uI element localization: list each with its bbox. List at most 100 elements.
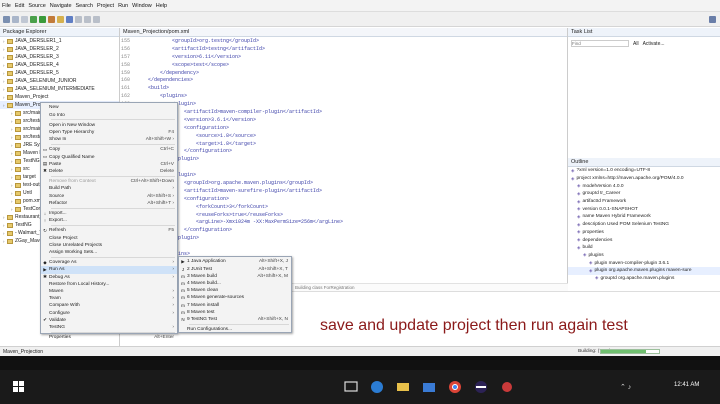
outline-item[interactable]: ◈ plugin org.apache.maven.plugins maven-s… (568, 266, 720, 275)
expand-toggle-icon[interactable]: › (11, 119, 14, 124)
new-icon[interactable] (3, 15, 10, 23)
print-icon[interactable] (21, 15, 28, 23)
back-icon[interactable] (84, 15, 91, 23)
expand-toggle-icon[interactable]: › (3, 231, 6, 236)
perspective-icon[interactable] (709, 15, 716, 23)
package-tree-item[interactable]: › JAVA_DERSLER_2 (0, 45, 119, 53)
menu-item-assign-working-sets[interactable]: Assign Working Sets... (41, 249, 177, 257)
outline-item[interactable]: ◈ plugin maven-compiler-plugin 3.6.1 (568, 259, 720, 267)
expand-toggle-icon[interactable]: › (3, 223, 6, 228)
outline-item[interactable]: ◈ properties (568, 229, 720, 237)
new-package-icon[interactable] (57, 15, 64, 23)
menu-file[interactable]: File (2, 3, 11, 9)
expand-toggle-icon[interactable]: › (11, 135, 14, 140)
start-icon[interactable] (8, 375, 30, 399)
file-explorer-icon[interactable] (392, 375, 414, 399)
code-area[interactable]: 155 <groupId>org.testng</groupId> 156 <ar… (120, 37, 567, 266)
expand-toggle-icon[interactable]: › (3, 71, 6, 76)
expand-toggle-icon[interactable]: › (11, 199, 14, 204)
expand-toggle-icon[interactable]: › (3, 215, 6, 220)
menu-item-run-configurations[interactable]: Run Configurations... (179, 326, 291, 334)
menu-run[interactable]: Run (118, 3, 128, 9)
package-tree-item[interactable]: › JAVA_DERSLER1_1 (0, 37, 119, 45)
menu-navigate[interactable]: Navigate (50, 3, 72, 9)
menu-item-export[interactable]: ↑ Export... (41, 217, 177, 225)
edge-icon[interactable] (366, 375, 388, 399)
outline-item[interactable]: ◈ ?xml version=1.0 encoding=UTF-8 (568, 167, 720, 175)
expand-toggle-icon[interactable]: › (3, 55, 6, 60)
package-tree-item[interactable]: › Maven_Project (0, 93, 119, 101)
debug-icon[interactable] (30, 15, 37, 23)
menu-item-show-in[interactable]: Show In Alt+Shift+W › (41, 136, 177, 144)
package-tree-item[interactable]: › JAVA_DERSLER_5 (0, 69, 119, 77)
menu-help[interactable]: Help (156, 3, 167, 9)
forward-icon[interactable] (93, 15, 100, 23)
menu-source[interactable]: Source (28, 3, 45, 9)
build-progress-bar (600, 349, 660, 354)
menu-item-label: Remove from Context (49, 179, 96, 185)
tray-icons[interactable]: ⌃ ♪ (620, 383, 631, 391)
filter-activate[interactable]: Activate... (643, 41, 665, 47)
outline-item[interactable]: ◈ build (568, 244, 720, 252)
menu-item-testng[interactable]: TestNG › (41, 324, 177, 332)
expand-toggle-icon[interactable]: › (11, 143, 14, 148)
editor-tab-label[interactable]: Maven_Projection/pom.xml (123, 29, 189, 35)
expand-toggle-icon[interactable]: › (11, 191, 14, 196)
menu-project[interactable]: Project (97, 3, 114, 9)
package-tree-item[interactable]: › JAVA_SELENIUM_JUNIOR (0, 77, 119, 85)
outline-item[interactable]: ◈ groupId tr_Career (568, 190, 720, 198)
expand-toggle-icon[interactable]: › (11, 183, 14, 188)
expand-toggle-icon[interactable]: › (11, 159, 14, 164)
menu-item-go-into[interactable]: Go Into (41, 111, 177, 119)
task-view-icon[interactable] (340, 375, 362, 399)
outline-item[interactable]: ◈ plugins (568, 252, 720, 260)
package-tree-item[interactable]: › JAVA_DERSLER_4 (0, 61, 119, 69)
task-list-toolbar: All Activate... (568, 37, 720, 50)
run-icon[interactable] (39, 15, 46, 23)
external-tools-icon[interactable] (48, 15, 55, 23)
new-class-icon[interactable] (66, 15, 73, 23)
chrome-icon[interactable] (444, 375, 466, 399)
menu-edit[interactable]: Edit (15, 3, 24, 9)
search-icon[interactable] (75, 15, 82, 23)
expand-toggle-icon[interactable]: › (3, 239, 6, 244)
expand-toggle-icon[interactable]: › (11, 127, 14, 132)
expand-toggle-icon[interactable]: › (3, 63, 6, 68)
task-find-input[interactable] (571, 40, 629, 47)
eclipse-icon[interactable] (470, 375, 492, 399)
outline-item[interactable]: ◈ version 0.0.1-SNAPSHOT (568, 205, 720, 213)
filter-all[interactable]: All (633, 41, 639, 47)
expand-toggle-icon[interactable]: › (3, 103, 6, 108)
package-tree-item[interactable]: › JAVA_DERSLER_3 (0, 53, 119, 61)
folder-icon (7, 38, 13, 44)
outline-item[interactable]: ◈ description Used POM Selenium TestNG (568, 221, 720, 229)
menu-item-delete[interactable]: ✖ Delete Delete (41, 168, 177, 176)
save-icon[interactable] (12, 15, 19, 23)
store-icon[interactable] (418, 375, 440, 399)
expand-toggle-icon[interactable]: › (3, 47, 6, 52)
package-tree-item[interactable]: › JAVA_SELENIUM_INTERMEDIATE (0, 85, 119, 93)
expand-toggle-icon[interactable]: › (11, 167, 14, 172)
expand-toggle-icon[interactable]: › (3, 39, 6, 44)
expand-toggle-icon[interactable]: › (11, 175, 14, 180)
outline-item[interactable]: ◈ project xmlns=http://maven.apache.org/P… (568, 175, 720, 183)
expand-toggle-icon[interactable]: › (11, 207, 14, 212)
outline-item[interactable]: ◈ artifactId Framework (568, 198, 720, 206)
outline-item[interactable]: ◈ modelVersion 4.0.0 (568, 182, 720, 190)
outline-item[interactable]: ◈ groupId org.apache.maven.plugins (568, 275, 720, 283)
menu-search[interactable]: Search (76, 3, 93, 9)
outline-item[interactable]: ◈ dependencies (568, 236, 720, 244)
menu-item-9-testng-test[interactable]: N9 TestNG Test Alt+Shift+X, N (179, 316, 291, 324)
outline-item[interactable]: ◈ name Maven Hybrid Framework (568, 213, 720, 221)
menu-window[interactable]: Window (132, 3, 152, 9)
expand-toggle-icon[interactable]: › (3, 79, 6, 84)
expand-toggle-icon[interactable]: › (11, 151, 14, 156)
clock-time[interactable]: 12:41 AM (674, 382, 699, 388)
menu-item-refactor[interactable]: Refactor Alt+Shift+T › (41, 199, 177, 207)
menu-item-properties[interactable]: Properties Alt+Enter (41, 334, 177, 342)
expand-toggle-icon[interactable]: › (3, 87, 6, 92)
editor-tab[interactable]: Maven_Projection/pom.xml (120, 28, 567, 37)
expand-toggle-icon[interactable]: › (3, 95, 6, 100)
expand-toggle-icon[interactable]: › (11, 111, 14, 116)
recorder-icon[interactable] (496, 375, 518, 399)
